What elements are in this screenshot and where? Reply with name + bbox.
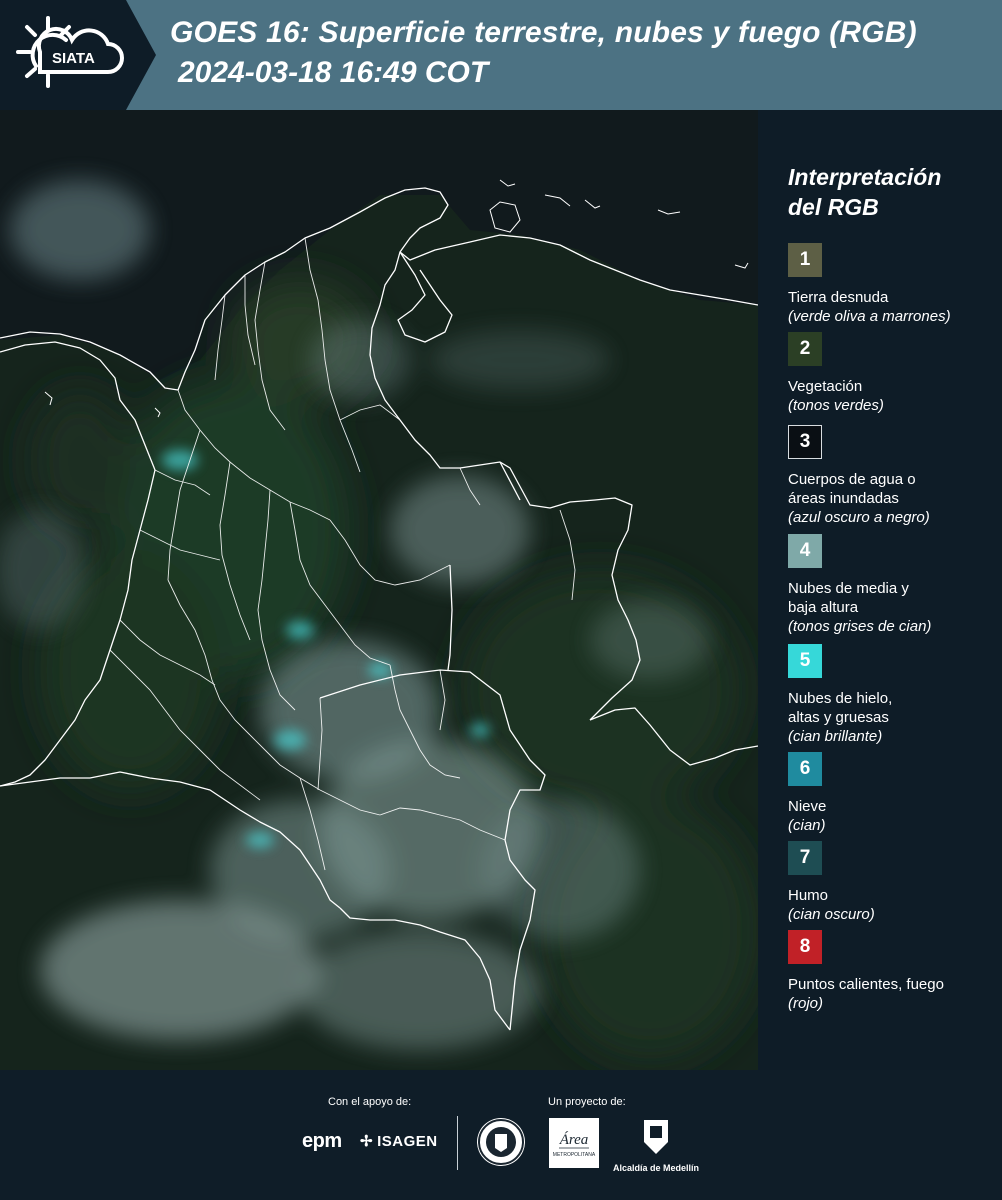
map-canvas [0,110,758,1070]
legend-item: 5 Nubes de hielo, altas y gruesas (cian br… [788,644,998,746]
legend-item-note: (verde oliva a marrones) [788,308,951,325]
legend-swatch: 2 [788,332,822,366]
legend-swatch: 3 [788,425,822,459]
siata-logo: SIATA [0,0,156,110]
legend-item: 7 Humo (cian oscuro) [788,841,998,924]
legend-item: 3 Cuerpos de agua o áreas inundadas (azul … [788,425,998,527]
legend-item: 8 Puntos calientes, fuego (rojo) [788,930,998,1013]
legend-item-name: Nubes de media y baja altura [788,580,909,616]
alcaldia-logo: Alcaldía de Medellín [610,1118,702,1173]
legend-panel: Interpretación del RGB 1 Tierra desnuda (v… [758,110,1002,1070]
project-label: Un proyecto de: [548,1096,626,1108]
legend-item-note: (cian) [788,817,826,834]
legend-swatch: 7 [788,841,822,875]
legend-item: 2 Vegetación (tonos verdes) [788,332,998,415]
legend-item-note: (cian oscuro) [788,906,875,923]
legend-item-name: Nubes de hielo, altas y gruesas [788,690,893,726]
legend-title-line2: del RGB [788,194,879,220]
isagen-logo: ✢ ISAGEN [360,1132,438,1151]
legend-item-note: (cian brillante) [788,728,883,745]
support-label: Con el apoyo de: [328,1096,412,1108]
legend-item-name: Humo [788,887,829,904]
legend-title: Interpretación del RGB [788,162,988,222]
legend-swatch: 1 [788,243,822,277]
footer-divider [457,1116,458,1170]
legend-item-name: Puntos calientes, fuego [788,976,944,993]
satellite-map[interactable] [0,110,758,1070]
isagen-icon: ✢ [360,1133,374,1150]
legend-swatch: 5 [788,644,822,678]
area-metropolitana-logo: Área METROPOLITANA [549,1118,599,1168]
alcaldia-text: Alcaldía de Medellín [612,1163,700,1173]
legend-item-name: Cuerpos de agua o áreas inundadas [788,471,916,507]
timestamp: 2024-03-18 16:49 COT [178,56,489,89]
area-logo-subtext: METROPOLITANA [553,1152,596,1158]
isagen-text: ISAGEN [377,1132,438,1150]
footer: Con el apoyo de: Un proyecto de: epm ✢ I… [0,1070,1002,1200]
university-seal [477,1118,525,1166]
legend-item-name: Tierra desnuda [788,289,889,306]
legend-item-note: (tonos verdes) [788,397,884,414]
legend-item-name: Vegetación [788,378,863,395]
legend-swatch: 4 [788,534,822,568]
epm-logo: epm [302,1130,342,1152]
legend-item-note: (tonos grises de cian) [788,618,932,635]
legend-item-note: (rojo) [788,995,824,1012]
legend-item-name: Nieve [788,798,827,815]
logo-text: SIATA [52,50,95,67]
legend-swatch: 8 [788,930,822,964]
header-bar: SIATA GOES 16: Superficie terrestre, nub… [0,0,1002,110]
legend-item-note: (azul oscuro a negro) [788,509,930,526]
legend-item: 1 Tierra desnuda (verde oliva a marrones) [788,243,998,326]
legend-title-line1: Interpretación [788,164,942,190]
legend-item: 6 Nieve (cian) [788,752,998,835]
legend-item: 4 Nubes de media y baja altura (tonos gris… [788,534,998,636]
area-logo-text: Área [559,1131,589,1148]
page-title: GOES 16: Superficie terrestre, nubes y f… [170,16,917,49]
legend-swatch: 6 [788,752,822,786]
shield-icon [644,1120,668,1154]
